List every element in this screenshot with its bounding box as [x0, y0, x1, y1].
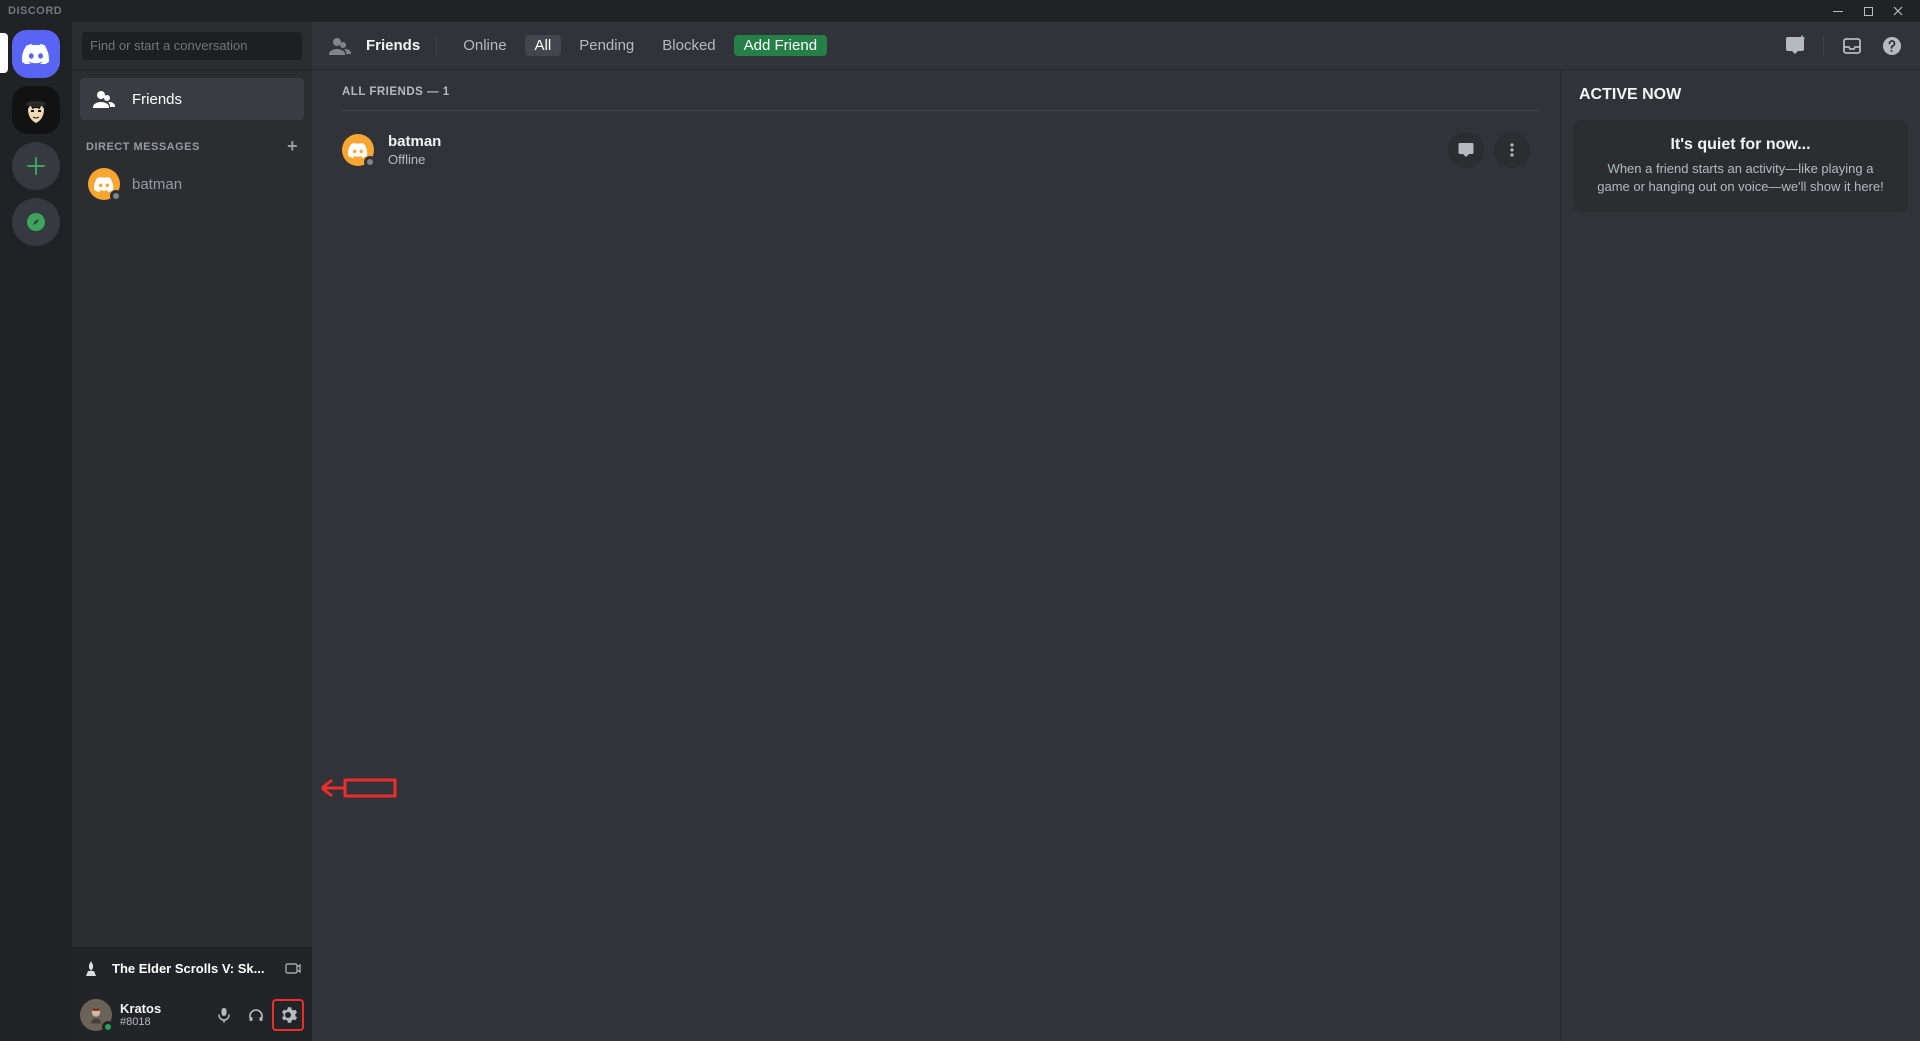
tab-blocked[interactable]: Blocked [652, 35, 725, 56]
active-now-card: It's quiet for now... When a friend star… [1573, 120, 1908, 212]
help-button[interactable] [1880, 34, 1904, 58]
tab-online[interactable]: Online [453, 35, 516, 56]
new-dm-icon [1783, 34, 1807, 58]
plus-icon [27, 157, 45, 175]
maximize-button[interactable] [1854, 0, 1882, 22]
friends-nav-item[interactable]: Friends [80, 78, 304, 120]
dm-bottom: The Elder Scrolls V: Sk... Kratos #8018 [72, 947, 312, 1041]
friends-list: ALL FRIENDS — 1 batman Offline [312, 70, 1560, 1041]
stream-button[interactable] [282, 958, 304, 980]
user-settings-button[interactable] [272, 999, 304, 1031]
more-vertical-icon [1503, 141, 1521, 159]
dm-item[interactable]: batman [80, 163, 304, 205]
create-dm-button[interactable]: + [287, 136, 298, 157]
dm-item-name: batman [132, 176, 182, 193]
server-rail [0, 22, 72, 1041]
dm-column: Friends DIRECT MESSAGES + batman The Eld… [72, 22, 312, 1041]
user-avatar[interactable] [80, 999, 112, 1031]
tab-pending[interactable]: Pending [569, 35, 644, 56]
game-icon [80, 958, 102, 980]
status-offline-icon [110, 190, 122, 202]
dm-search-wrap [72, 22, 312, 70]
deafen-button[interactable] [240, 999, 272, 1031]
all-friends-count: ALL FRIENDS — 1 [342, 86, 1540, 111]
dm-avatar [88, 168, 120, 200]
compass-icon [26, 212, 46, 232]
user-controls [208, 999, 304, 1031]
header-divider [436, 35, 437, 57]
dm-section-header: DIRECT MESSAGES + [80, 136, 304, 157]
main-panel: Friends Online All Pending Blocked Add F… [312, 22, 1920, 1041]
message-friend-button[interactable] [1448, 132, 1484, 168]
mute-button[interactable] [208, 999, 240, 1031]
friend-row[interactable]: batman Offline [342, 119, 1540, 181]
message-icon [1457, 141, 1475, 159]
top-bar: Friends Online All Pending Blocked Add F… [312, 22, 1920, 70]
active-now-title: ACTIVE NOW [1573, 86, 1908, 116]
add-friend-button[interactable]: Add Friend [734, 35, 827, 56]
tab-all[interactable]: All [525, 35, 562, 56]
microphone-icon [215, 1006, 233, 1024]
user-info[interactable]: Kratos #8018 [120, 1001, 161, 1030]
home-selected-pill [0, 33, 8, 73]
home-server-button[interactable] [12, 30, 60, 78]
status-offline-icon [364, 156, 376, 168]
gear-icon [279, 1006, 297, 1024]
close-button[interactable] [1884, 0, 1912, 22]
friend-avatar [342, 134, 374, 166]
dm-section-title: DIRECT MESSAGES [86, 141, 200, 153]
friend-actions [1448, 132, 1530, 168]
user-panel: Kratos #8018 [72, 989, 312, 1041]
friends-header-label: Friends [366, 37, 420, 54]
inbox-icon [1841, 35, 1863, 57]
search-input[interactable] [82, 32, 302, 60]
discord-logo-icon [22, 44, 50, 64]
new-group-dm-button[interactable] [1783, 34, 1807, 58]
active-now-card-title: It's quiet for now... [1591, 136, 1890, 154]
active-now-panel: ACTIVE NOW It's quiet for now... When a … [1560, 70, 1920, 1041]
user-tag: #8018 [120, 1016, 161, 1029]
toolbar-divider [1823, 35, 1824, 57]
more-friend-button[interactable] [1494, 132, 1530, 168]
active-now-card-body: When a friend starts an activity—like pl… [1591, 160, 1890, 196]
window-controls [1824, 0, 1912, 22]
friends-header-icon [328, 34, 352, 58]
title-bar: DISCORD [0, 0, 1920, 22]
dm-scroll: Friends DIRECT MESSAGES + batman [72, 70, 312, 947]
inbox-button[interactable] [1840, 34, 1864, 58]
main-body: ALL FRIENDS — 1 batman Offline [312, 70, 1920, 1041]
friends-nav-label: Friends [132, 91, 182, 108]
status-online-icon [102, 1021, 114, 1033]
minimize-button[interactable] [1824, 0, 1852, 22]
server-item-batman[interactable] [12, 86, 60, 134]
headphones-icon [247, 1006, 265, 1024]
activity-title: The Elder Scrolls V: Sk... [112, 961, 272, 976]
help-icon [1881, 35, 1903, 57]
add-server-button[interactable] [12, 142, 60, 190]
friend-status: Offline [388, 152, 441, 167]
app-brand: DISCORD [8, 5, 62, 17]
user-name: Kratos [120, 1001, 161, 1017]
friend-info: batman Offline [388, 133, 441, 167]
batman-avatar-icon [19, 93, 53, 127]
friend-name: batman [388, 133, 441, 150]
explore-servers-button[interactable] [12, 198, 60, 246]
activity-panel[interactable]: The Elder Scrolls V: Sk... [72, 947, 312, 989]
top-right-icons [1783, 34, 1904, 58]
friends-icon [92, 87, 116, 111]
